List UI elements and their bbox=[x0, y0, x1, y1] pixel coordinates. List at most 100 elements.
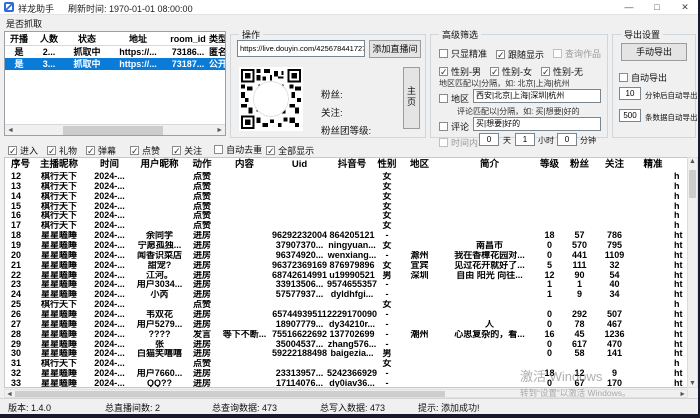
table-row[interactable]: 12棋行天下2024-...点赞女h bbox=[5, 172, 688, 182]
add-room-button[interactable]: 添加直播间 bbox=[369, 40, 421, 58]
scroll-thumb[interactable] bbox=[63, 126, 163, 135]
main-column-header[interactable]: 序号 bbox=[5, 158, 31, 172]
main-column-header[interactable]: 抖音号 bbox=[327, 158, 377, 172]
auto-export-minutes-input[interactable]: 10 bbox=[619, 87, 641, 100]
main-column-header[interactable] bbox=[674, 158, 684, 172]
table-cell: 用户7660... bbox=[132, 369, 187, 379]
table-row[interactable]: 26星星瞌睡2024-...韦双花进房657449395112229170090… bbox=[5, 310, 688, 320]
table-row[interactable]: 27星星瞌睡2024-...用户5279...进房18907779...dy34… bbox=[5, 320, 688, 330]
main-column-header[interactable]: 主播昵称 bbox=[31, 158, 87, 172]
home-page-button[interactable]: 主页 bbox=[403, 67, 420, 129]
table-row[interactable]: 32星星瞌睡2024-...用户7660...进房23313957...5242… bbox=[5, 369, 688, 379]
table-row[interactable]: 30星星瞌睡2024-...白猫笑嘻嘻进房59222188498baigezia… bbox=[5, 349, 688, 359]
room-column-header[interactable]: room_id bbox=[167, 32, 209, 45]
region-checkbox[interactable]: 地区 bbox=[439, 92, 469, 105]
checkbox-label: 全部显示 bbox=[278, 144, 314, 157]
main-column-header[interactable]: 用户昵称 bbox=[132, 158, 187, 172]
table-row[interactable]: 31棋行天下2024-...点赞女h bbox=[5, 359, 688, 369]
table-cell: ht bbox=[674, 330, 684, 340]
checkbox-跟随显示[interactable]: ✓跟随显示 bbox=[496, 48, 544, 61]
table-row[interactable]: 15棋行天下2024-...点赞女h bbox=[5, 202, 688, 212]
main-column-header[interactable]: 地区 bbox=[397, 158, 442, 172]
scroll-right-icon[interactable]: ► bbox=[216, 126, 223, 135]
room-table[interactable]: 开播人数状态地址room_id类型 是2...抓取中https://...731… bbox=[4, 31, 226, 136]
table-row[interactable]: 16棋行天下2024-...点赞女h bbox=[5, 211, 688, 221]
table-cell: 18 bbox=[537, 369, 562, 379]
main-column-header[interactable]: Uid bbox=[272, 158, 327, 172]
table-row[interactable]: 17棋行天下2024-...点赞女h bbox=[5, 221, 688, 231]
table-row[interactable]: 29星星瞌睡2024-...张进房35004537...zhang576...-… bbox=[5, 340, 688, 350]
manual-export-button[interactable]: 手动导出 bbox=[621, 43, 687, 61]
scroll-up-icon[interactable]: ▲ bbox=[688, 158, 697, 165]
checkbox-box: ✓ bbox=[541, 67, 550, 76]
checkbox-性别-无[interactable]: ✓性别-无 bbox=[541, 65, 583, 78]
checkbox-全部显示[interactable]: ✓全部显示 bbox=[266, 144, 314, 157]
checkbox-性别-男[interactable]: ✓性别-男 bbox=[439, 65, 481, 78]
room-row[interactable]: 是3...抓取中https://...73187...公开 bbox=[5, 58, 225, 70]
room-column-header[interactable]: 类型 bbox=[209, 32, 225, 45]
checkbox-查询作品[interactable]: 查询作品 bbox=[553, 47, 601, 60]
table-row[interactable]: 22星星瞌睡2024-...江河。进房68742614991u19990521男… bbox=[5, 271, 688, 281]
room-column-header[interactable]: 人数 bbox=[33, 32, 65, 45]
scroll-thumb[interactable] bbox=[15, 391, 445, 397]
scroll-down-icon[interactable]: ▼ bbox=[688, 380, 697, 387]
table-row[interactable]: 13棋行天下2024-...点赞女h bbox=[5, 182, 688, 192]
main-column-header[interactable]: 动作 bbox=[187, 158, 217, 172]
main-table-hscrollbar[interactable]: ◄ ► bbox=[4, 389, 688, 398]
table-cell: 星星瞌睡 bbox=[31, 251, 87, 261]
table-row[interactable]: 20星星瞌睡2024-...闻香识菜店进房96374920...wenxiang… bbox=[5, 251, 688, 261]
comment-input[interactable]: 买|想要|好的 bbox=[473, 117, 601, 131]
auto-export-count-input[interactable]: 500 bbox=[619, 109, 641, 122]
auto-export-checkbox[interactable]: 自动导出 bbox=[619, 71, 667, 84]
room-column-header[interactable]: 开播 bbox=[5, 32, 33, 45]
table-row[interactable]: 33星星瞌睡2024-...QQ??进房17114076...dy0iav36.… bbox=[5, 379, 688, 388]
main-column-header[interactable]: 性别 bbox=[377, 158, 397, 172]
checkbox-点赞[interactable]: ✓点赞 bbox=[130, 144, 160, 157]
checkbox-关注[interactable]: ✓关注 bbox=[172, 144, 202, 157]
room-table-hscrollbar[interactable]: ◄ ► bbox=[5, 124, 225, 135]
main-column-header[interactable]: 等级 bbox=[537, 158, 562, 172]
main-column-header[interactable]: 时间 bbox=[87, 158, 132, 172]
table-row[interactable]: 28星星瞌睡2024-...????发言等下不断...7551662269213… bbox=[5, 330, 688, 340]
table-row[interactable]: 23星星瞌睡2024-...用户3034...进房33913506...9574… bbox=[5, 280, 688, 290]
checkbox-进入[interactable]: ✓进入 bbox=[8, 144, 38, 157]
table-cell: 2024-... bbox=[87, 231, 132, 241]
checkbox-弹幕[interactable]: ✓弹幕 bbox=[86, 144, 116, 157]
table-row[interactable]: 19星星瞌睡2024-...宁愿孤独...进房37907370...ningyu… bbox=[5, 241, 688, 251]
scroll-left-icon[interactable]: ◄ bbox=[7, 126, 14, 135]
checkbox-只显精准[interactable]: 只显精准 bbox=[439, 47, 487, 60]
checkbox-礼物[interactable]: ✓礼物 bbox=[47, 144, 77, 157]
region-input[interactable]: 西安|北京|上海|深圳|杭州 bbox=[473, 89, 601, 103]
main-column-header[interactable]: 精准 bbox=[632, 158, 674, 172]
table-row[interactable]: 25棋行天下2024-...点赞女h bbox=[5, 300, 688, 310]
main-column-header[interactable]: 内容 bbox=[217, 158, 272, 172]
main-column-header[interactable]: 关注 bbox=[597, 158, 632, 172]
table-cell: 自由 阳光 向往... bbox=[442, 271, 537, 281]
table-row[interactable]: 14棋行天下2024-...点赞女h bbox=[5, 192, 688, 202]
scroll-thumb[interactable] bbox=[689, 170, 696, 198]
export-settings-group: 导出设置 手动导出 自动导出 10 分钟后自动导出 500 条数据自动导出 bbox=[612, 34, 696, 138]
comment-checkbox[interactable]: 评论 bbox=[439, 120, 469, 133]
room-column-header[interactable]: 地址 bbox=[109, 32, 167, 45]
main-data-table[interactable]: 序号主播昵称时间用户昵称动作内容Uid抖音号性别地区简介等级粉丝关注精准 12棋… bbox=[4, 157, 688, 388]
close-icon[interactable]: ✕ bbox=[672, 0, 698, 15]
main-table-vscrollbar[interactable]: ▲ ▼ bbox=[687, 157, 698, 388]
table-cell: 14 bbox=[5, 192, 31, 202]
live-url-input[interactable]: https://live.douyin.com/425678441727 bbox=[237, 40, 365, 57]
table-cell bbox=[562, 211, 597, 221]
checkbox-性别-女[interactable]: ✓性别-女 bbox=[490, 65, 532, 78]
table-cell bbox=[272, 300, 327, 310]
table-row[interactable]: 18星星瞌睡2024-...余同学进房96292232004864205121-… bbox=[5, 231, 688, 241]
checkbox-自动去重[interactable]: 自动去重 bbox=[214, 143, 262, 156]
table-cell: 2229170090 bbox=[327, 310, 377, 320]
table-cell bbox=[632, 202, 674, 212]
maximize-icon[interactable]: □ bbox=[644, 0, 670, 15]
table-row[interactable]: 24星星瞌睡2024-...小芮进房57577937...dyldhfgi...… bbox=[5, 290, 688, 300]
main-column-header[interactable]: 简介 bbox=[442, 158, 537, 172]
table-row[interactable]: 21星星瞌睡2024-...甜宠?进房96372369169876979896女… bbox=[5, 261, 688, 271]
minimize-icon[interactable]: — bbox=[616, 0, 642, 15]
room-column-header[interactable]: 状态 bbox=[65, 32, 109, 45]
room-row[interactable]: 是2...抓取中https://...73186...匿名 bbox=[5, 46, 225, 58]
table-cell: 滁州 bbox=[397, 251, 442, 261]
main-column-header[interactable]: 粉丝 bbox=[562, 158, 597, 172]
